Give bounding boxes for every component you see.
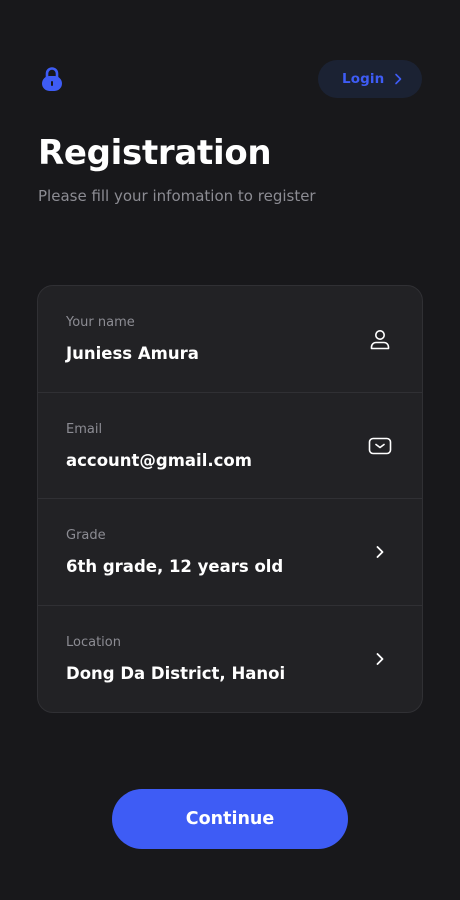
grade-field[interactable]: Grade 6th grade, 12 years old [38, 499, 422, 606]
grade-field-value: 6th grade, 12 years old [66, 557, 284, 576]
email-field-value: account@gmail.com [66, 450, 252, 470]
name-field-value: Juniess Amura [66, 344, 199, 363]
location-field-label: Location [66, 634, 121, 650]
registration-screen: Login Registration Please fill your info… [0, 0, 460, 900]
email-field-label: Email [66, 421, 103, 437]
mail-icon [368, 437, 392, 454]
chevron-right-icon [376, 652, 384, 665]
grade-field-label: Grade [66, 528, 106, 543]
continue-button[interactable]: Continue [112, 789, 348, 849]
login-button[interactable]: Login [318, 60, 422, 98]
registration-form-card: Your name Juniess Amura Email account@gm… [37, 285, 423, 713]
location-field[interactable]: Location Dong Da District, Hanoi [38, 606, 422, 713]
login-button-label: Login [342, 71, 385, 87]
chevron-right-icon [395, 73, 402, 85]
name-field[interactable]: Your name Juniess Amura [38, 286, 422, 393]
continue-button-label: Continue [185, 809, 275, 829]
page-subtitle: Please fill your infomation to register [38, 187, 316, 205]
chevron-right-icon [376, 546, 384, 558]
user-icon [370, 330, 390, 350]
name-field-label: Your name [66, 315, 135, 330]
page-title: Registration [38, 133, 272, 173]
email-field[interactable]: Email account@gmail.com [38, 393, 422, 499]
lock-icon [42, 67, 62, 91]
location-field-value: Dong Da District, Hanoi [66, 663, 286, 683]
